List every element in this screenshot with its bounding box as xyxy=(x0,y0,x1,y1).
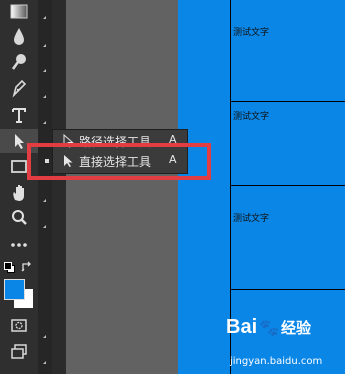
tools-panel-expand-column xyxy=(38,0,52,374)
cell-text: 测试文字 xyxy=(233,112,270,122)
submenu-indicator-icon xyxy=(43,121,46,124)
submenu-indicator-icon xyxy=(43,225,46,228)
swap-colors-icon[interactable] xyxy=(21,261,33,273)
pen-tool[interactable] xyxy=(0,76,38,100)
foreground-color-swatch[interactable] xyxy=(4,279,25,300)
default-colors-icon[interactable] xyxy=(4,262,15,273)
zoom-tool[interactable] xyxy=(0,206,38,230)
submenu-indicator-icon xyxy=(43,95,46,98)
blur-tool[interactable] xyxy=(0,24,38,48)
text-cell: 测试文字 xyxy=(230,84,345,186)
submenu-indicator-icon xyxy=(43,69,46,72)
submenu-indicator-icon xyxy=(43,335,46,338)
panel-gutter xyxy=(52,0,66,374)
gradient-tool[interactable] xyxy=(0,0,38,24)
dodge-icon xyxy=(11,54,26,70)
type-tool[interactable] xyxy=(0,103,38,127)
more-tools[interactable] xyxy=(0,233,38,257)
rectangle-icon xyxy=(11,160,27,173)
dodge-tool[interactable] xyxy=(0,50,38,74)
submenu-indicator-icon xyxy=(43,199,46,202)
type-icon xyxy=(12,108,26,123)
cell-text: 测试文字 xyxy=(233,28,270,38)
pasteboard xyxy=(66,0,178,374)
highlight-annotation-box xyxy=(27,143,211,180)
screen-mode-icon xyxy=(11,344,27,359)
text-cell: 测试文字 xyxy=(230,186,345,290)
quick-mask-tool[interactable] xyxy=(0,314,38,338)
screen-mode-tool[interactable] xyxy=(0,340,38,364)
watermark-url: jingyan.baidu.com xyxy=(230,356,323,367)
gradient-icon xyxy=(10,4,28,19)
arrow-icon xyxy=(15,134,24,149)
submenu-indicator-icon xyxy=(43,44,46,47)
tools-panel xyxy=(0,0,38,374)
hand-icon xyxy=(13,185,24,201)
quick-mask-icon xyxy=(11,319,27,332)
baidu-watermark: Bai 🐾 经验 jingyan.baidu.com xyxy=(226,316,345,374)
zoom-icon xyxy=(12,210,27,225)
hand-tool[interactable] xyxy=(0,181,38,205)
pen-icon xyxy=(12,79,27,98)
watermark-logo: Bai 🐾 经验 xyxy=(226,316,312,338)
ellipsis-icon xyxy=(11,243,27,247)
drop-icon xyxy=(14,28,24,45)
submenu-indicator-icon xyxy=(43,16,46,19)
submenu-indicator-icon xyxy=(43,361,46,364)
cell-text: 测试文字 xyxy=(233,214,270,224)
